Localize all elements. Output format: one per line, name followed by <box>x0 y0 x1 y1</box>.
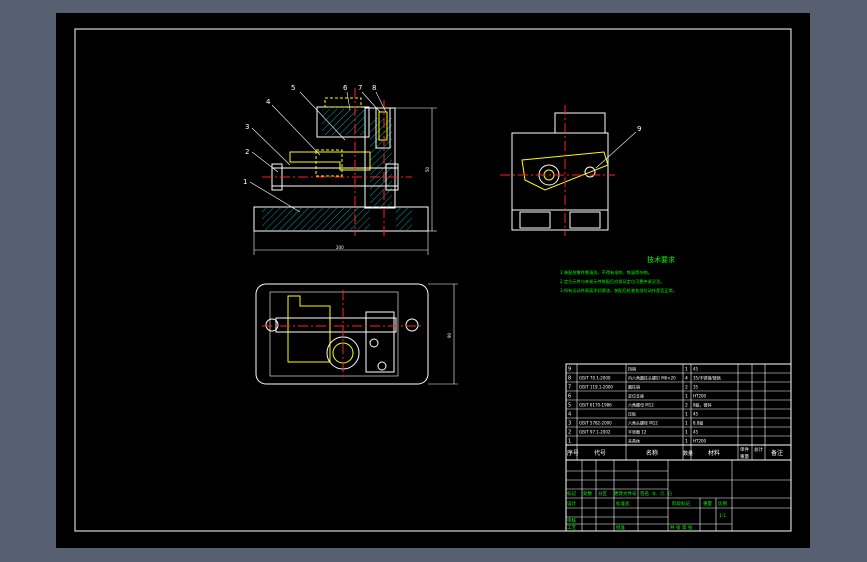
bom-header-total-weight: 总计 <box>754 446 763 453</box>
tb-process: 工艺 <box>567 525 576 531</box>
balloon-5: 5 <box>291 84 295 92</box>
bom-header-name: 名称 <box>646 449 658 457</box>
balloon-1: 1 <box>243 178 247 186</box>
balloon-3: 3 <box>245 123 249 131</box>
bom-row-qty: 2 <box>685 403 688 409</box>
drawing-canvas: 50 200 5 6 7 8 4 3 2 1 9 90 技术要求 1.装配前零件… <box>56 13 810 548</box>
bom-header-no: 序号 <box>567 449 579 457</box>
tb-standardize: 标准化 <box>616 500 630 507</box>
tb-scale-value: 1:1 <box>719 513 726 519</box>
top-dim-label: 90 <box>447 332 452 338</box>
bom-row-code: GB/T 119.1-2000 <box>579 385 613 390</box>
tb-change-doc: 更改文件号 <box>614 490 637 497</box>
bom-row-material: HT200 <box>693 394 707 399</box>
tb-designer: 设计 <box>567 500 576 507</box>
tb-weight: 重量 <box>703 500 712 507</box>
tb-stage-mark: 阶段标记 <box>672 500 690 507</box>
balloon-6: 6 <box>343 84 348 92</box>
tech-req-line-2: 2.定位元件与夹紧元件装配后应保证定位可靠夹紧灵活。 <box>560 278 665 285</box>
bom-header-remark: 备注 <box>771 449 783 457</box>
bom-row-no: 1 <box>568 439 571 445</box>
dim-height-label: 50 <box>425 166 430 172</box>
bom-row-no: 8 <box>568 376 571 382</box>
bom-row-no: 4 <box>568 412 571 418</box>
tb-date: 年、月、日 <box>652 490 672 496</box>
drawing-sheet <box>56 13 810 548</box>
locating-block-hatch <box>322 109 366 135</box>
tb-sheet: 共 张 第 张 <box>670 524 693 531</box>
tb-scale: 比例 <box>718 500 727 507</box>
bom-row-qty: 1 <box>685 394 688 400</box>
tb-marks: 标记 <box>567 490 576 497</box>
bom-row-material: 45 <box>693 367 699 372</box>
tb-review: 审核 <box>567 517 576 524</box>
bom-row-name: 挡销 <box>628 366 636 372</box>
tech-req-line-1: 1.装配前零件需清洗，不得有毛刺、铁屑等杂物。 <box>560 269 652 276</box>
bom-row-name: 六角螺母 M12 <box>628 402 654 408</box>
bom-row-no: 6 <box>568 394 571 400</box>
bom-row-name: 六角头螺栓 M12 <box>628 420 658 426</box>
dim-width-label: 200 <box>336 245 344 250</box>
bom-row-material: HT200 <box>693 439 707 444</box>
bom-row-material: 35/不锈钢/镀铬 <box>693 375 721 381</box>
bom-row-name: 平垫圈 12 <box>628 429 647 435</box>
tech-req-title: 技术要求 <box>647 255 675 264</box>
bom-row-name: 内六角圆柱头螺钉 M6×20 <box>628 375 676 381</box>
bom-header-material: 材料 <box>708 449 720 457</box>
bom-header-qty: 数量 <box>683 450 693 457</box>
balloon-8: 8 <box>372 84 376 92</box>
upright-support-hatch <box>370 118 392 208</box>
bom-row-qty: 2 <box>685 385 688 391</box>
bom-row-material: 8级，镀锌 <box>693 402 712 408</box>
bom-row-no: 5 <box>568 403 571 409</box>
bom-row-name: 圆柱销 <box>628 384 640 390</box>
tb-zone: 分区 <box>598 490 607 497</box>
bom-row-qty: 1 <box>685 412 688 418</box>
tech-req-line-3: 3.所有运动件表面涂润滑油，装配后检查各部位动作是否正常。 <box>560 287 677 294</box>
bom-row-qty: 1 <box>685 421 688 427</box>
bom-row-no: 2 <box>568 430 571 436</box>
bom-row-name: 夹具体 <box>628 438 640 444</box>
bom-header-unit-weight: 单件 <box>740 446 749 453</box>
balloon-7: 7 <box>358 84 362 92</box>
base-plate-hatch <box>262 208 370 230</box>
bom-row-name: 定位支座 <box>628 393 644 399</box>
bom-row-code: GB/T 97.1-2002 <box>579 430 611 435</box>
base-plate-hatch-right <box>396 208 412 230</box>
bom-row-qty: 1 <box>685 430 688 436</box>
bom-header-code: 代号 <box>594 449 606 457</box>
bom-header-weight: 重量 <box>740 453 749 460</box>
bom-row-qty: 1 <box>685 367 688 373</box>
tb-signature: 签名 <box>640 490 649 497</box>
bom-row-no: 7 <box>568 385 571 391</box>
tb-count: 处数 <box>583 490 592 497</box>
bom-row-qty: 4 <box>685 376 688 382</box>
balloon-4: 4 <box>266 98 271 106</box>
bom-row-code: GB/T 6170-1986 <box>579 403 612 408</box>
bom-row-material: 35 <box>693 385 699 390</box>
bom-row-code: GB/T 5782-2000 <box>579 421 612 426</box>
bom-row-no: 9 <box>568 367 571 373</box>
balloon-2: 2 <box>245 148 249 156</box>
tb-approve: 批准 <box>616 524 625 531</box>
bom-row-no: 3 <box>568 421 571 427</box>
bom-row-name: 压板 <box>628 411 636 417</box>
bom-row-code: GB/T 70.1-2000 <box>579 376 611 381</box>
balloon-9: 9 <box>637 125 641 133</box>
bom-row-material: 45 <box>693 412 699 417</box>
bom-row-material: 45 <box>693 430 699 435</box>
bom-row-material: 8.8级 <box>693 420 703 426</box>
bom-row-qty: 1 <box>685 439 688 445</box>
